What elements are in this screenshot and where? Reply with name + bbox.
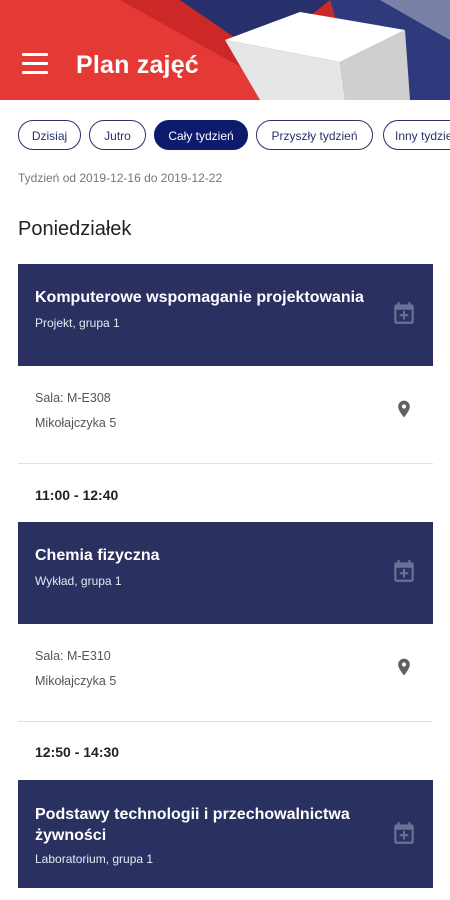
- menu-icon-bar: [22, 71, 48, 74]
- class-time: 12:50 - 14:30: [35, 744, 120, 760]
- chip-whole-week[interactable]: Cały tydzień: [154, 120, 248, 150]
- class-card[interactable]: Chemia fizyczna Wykład, grupa 1: [18, 522, 433, 624]
- page-title: Plan zajęć: [76, 51, 199, 79]
- chip-next-week[interactable]: Przyszły tydzień: [256, 120, 373, 150]
- menu-icon: [22, 53, 48, 56]
- room-label: Sala: M-E310: [35, 649, 111, 663]
- class-title: Chemia fizyczna: [35, 547, 160, 564]
- week-range: Tydzień od 2019-12-16 do 2019-12-22: [18, 171, 223, 185]
- location-pin-icon[interactable]: [394, 396, 414, 422]
- filter-chips: Dzisiaj Jutro Cały tydzień Przyszły tydz…: [0, 118, 450, 154]
- add-to-calendar-icon[interactable]: [391, 558, 417, 584]
- class-card[interactable]: Komputerowe wspomaganie projektowania Pr…: [18, 264, 433, 366]
- location-pin-icon[interactable]: [394, 654, 414, 680]
- address-label: Mikołajczyka 5: [35, 674, 117, 688]
- class-title: Komputerowe wspomaganie projektowania: [35, 289, 364, 306]
- menu-icon-bar: [22, 62, 48, 65]
- menu-button[interactable]: [22, 53, 48, 75]
- class-subtitle: Laboratorium, grupa 1: [35, 852, 154, 866]
- divider: [18, 463, 433, 464]
- add-to-calendar-icon[interactable]: [391, 820, 417, 846]
- class-time: 11:00 - 12:40: [35, 487, 119, 503]
- app-header: Plan zajęć: [0, 0, 450, 100]
- class-card[interactable]: Podstawy technologii i przechowalnictwa …: [18, 780, 433, 888]
- chip-other-week[interactable]: Inny tydzień: [383, 120, 450, 150]
- chip-today[interactable]: Dzisiaj: [18, 120, 81, 150]
- class-subtitle: Wykład, grupa 1: [35, 574, 122, 588]
- class-title: Podstawy technologii i przechowalnictwa …: [35, 806, 350, 844]
- address-label: Mikołajczyka 5: [35, 416, 117, 430]
- class-subtitle: Projekt, grupa 1: [35, 316, 120, 330]
- chip-tomorrow[interactable]: Jutro: [89, 120, 146, 150]
- header-decoration: [0, 0, 450, 100]
- room-label: Sala: M-E308: [35, 391, 111, 405]
- add-to-calendar-icon[interactable]: [391, 300, 417, 326]
- day-title: Poniedziałek: [18, 218, 132, 240]
- divider: [18, 721, 433, 722]
